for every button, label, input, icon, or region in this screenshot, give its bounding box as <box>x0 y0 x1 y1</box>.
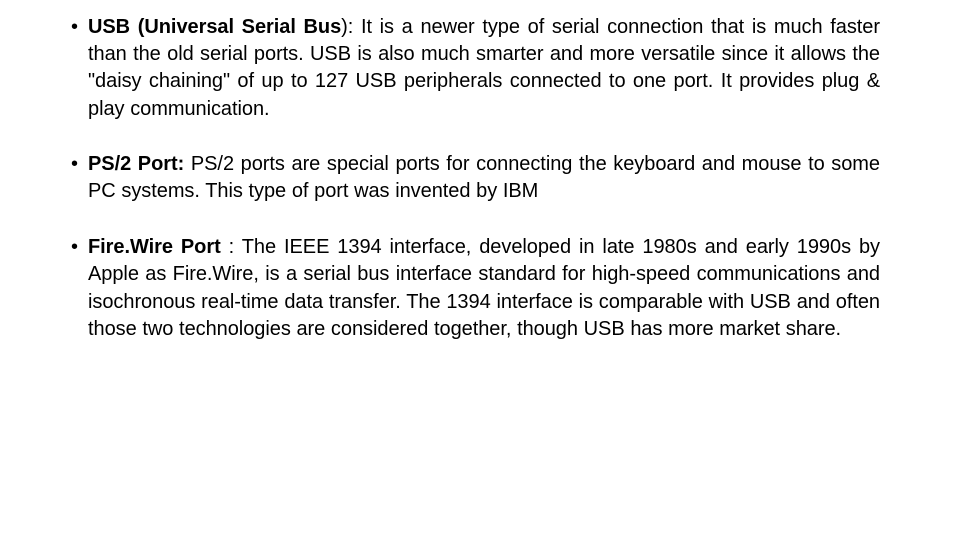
slide-canvas: • USB (Universal Serial Bus): It is a new… <box>0 0 960 540</box>
bullet-item-usb: • USB (Universal Serial Bus): It is a new… <box>60 14 880 123</box>
bullet-item-firewire: • Fire.Wire Port : The IEEE 1394 interfac… <box>60 234 880 343</box>
bullet-body-ps2: PS/2 ports are special ports for connect… <box>88 152 880 203</box>
bullet-marker-icon: • <box>71 16 78 38</box>
bullet-item-ps2: • PS/2 Port: PS/2 ports are special ports… <box>60 151 880 205</box>
bullet-lead-firewire: Fire.Wire Port <box>88 236 221 259</box>
bullet-list: • USB (Universal Serial Bus): It is a new… <box>60 14 880 343</box>
bullet-lead-usb: USB (Universal Serial Bus <box>88 16 342 38</box>
bullet-marker-icon: • <box>71 236 78 259</box>
bullet-lead-ps2: PS/2 Port: <box>88 152 185 175</box>
bullet-marker-icon: • <box>71 152 78 175</box>
